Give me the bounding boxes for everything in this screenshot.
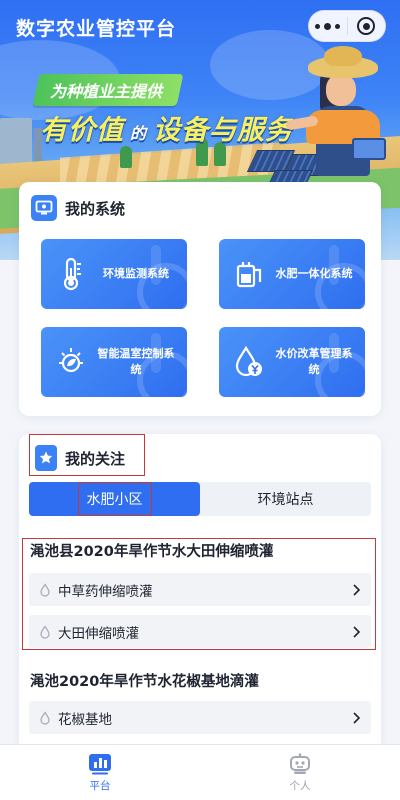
tile-label: 智能温室控制系统 [97,346,175,377]
chevron-right-icon [353,711,361,724]
tab-label: 环境站点 [257,492,314,508]
water-drop-icon [40,710,50,725]
tab-environment-station[interactable]: 环境站点 [200,482,371,516]
chevron-right-icon [353,625,361,638]
water-drop-icon [40,582,50,597]
nav-label: 平台 [89,779,111,792]
tile-smart-greenhouse[interactable]: 智能温室控制系统 [41,327,187,397]
item-label: 中草药伸缩喷灌 [58,583,153,600]
page-title: 数字农业管控平台 [16,18,177,40]
tile-label: 水价改革管理系统 [275,346,353,377]
chevron-right-icon [353,583,361,596]
tab-water-fertilizer-zone[interactable]: 水肥小区 [29,482,200,516]
target-circle-icon [357,17,376,35]
tile-label: 水肥一体化系统 [275,266,353,280]
my-favorites-title: 我的关注 [65,449,126,468]
nav-label: 个人 [289,779,311,792]
banner-slogan: 有价值 的 设备与服务 [40,115,294,146]
monitor-icon [31,195,57,221]
robot-person-icon [290,752,310,774]
tile-water-fertilizer[interactable]: 水肥一体化系统 [219,239,365,309]
item-label: 大田伸缩喷灌 [58,625,139,642]
miniprogram-capsule [308,10,386,42]
my-favorites-header: 我的关注 [35,445,125,471]
more-button[interactable] [309,11,347,41]
list-item[interactable]: 中草药伸缩喷灌 [29,573,371,606]
systems-grid: 环境监测系统 水肥一体化系统 智能温室控制系统 水价改革管理系统 [41,239,365,397]
favorites-tabs: 水肥小区 环境站点 [29,482,371,516]
sun-leaf-icon [59,348,83,373]
nav-platform[interactable]: 平台 [0,745,200,800]
chart-platform-icon [89,753,111,774]
list-item[interactable]: 花椒基地 [29,701,371,734]
group-title: 渑池县2020年旱作节水大田伸缩喷灌 [30,544,274,560]
tile-environment-monitoring[interactable]: 环境监测系统 [41,239,187,309]
tab-label: 水肥小区 [77,482,152,516]
tile-water-price-reform[interactable]: 水价改革管理系统 [219,327,365,397]
my-systems-header: 我的系统 [31,195,125,221]
bottom-nav: 平台 个人 [0,744,400,800]
my-favorites-card: 我的关注 水肥小区 环境站点 渑池县2020年旱作节水大田伸缩喷灌 中草药伸缩喷… [19,434,381,754]
thermometer-icon [63,257,81,291]
more-dots-icon [315,22,341,30]
group-title: 渑池2020年旱作节水花椒基地滴灌 [30,674,259,690]
tank-icon [236,262,262,288]
water-yuan-icon [235,345,262,377]
tile-label: 环境监测系统 [103,266,169,280]
star-bookmark-icon [35,445,57,471]
list-item[interactable]: 大田伸缩喷灌 [29,615,371,648]
water-drop-icon [40,624,50,639]
my-systems-title: 我的系统 [65,199,126,218]
item-label: 花椒基地 [58,711,112,728]
my-systems-card: 我的系统 环境监测系统 水肥一体化系统 智能温室控制系统 水价改革管理系统 [19,182,381,416]
close-button[interactable] [348,11,386,41]
banner-tag: 为种植业主提供 [32,74,184,106]
nav-personal[interactable]: 个人 [200,745,400,800]
